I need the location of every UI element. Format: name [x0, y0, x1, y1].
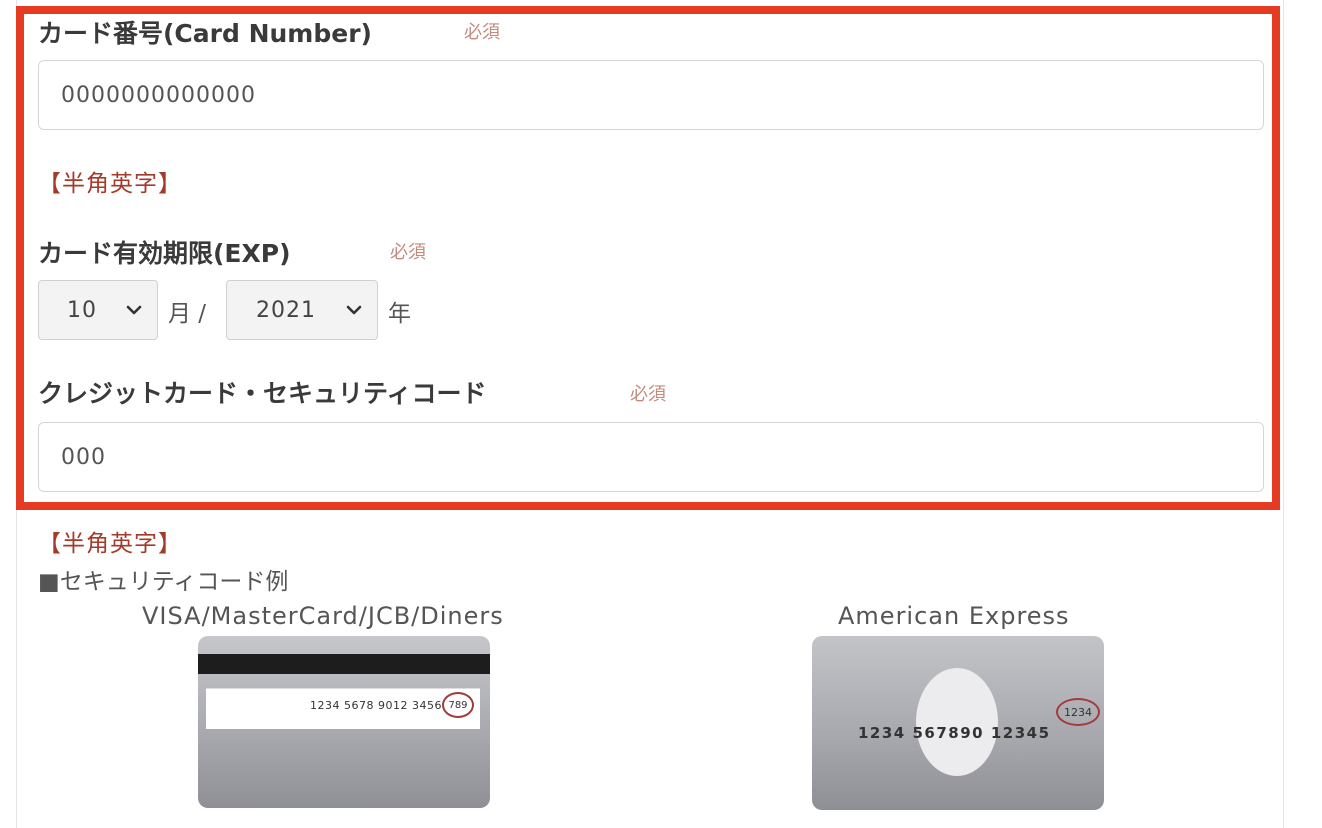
signature-panel: 1234 5678 9012 3456 789: [206, 688, 480, 729]
security-code-hint: 【半角英字】: [38, 531, 182, 557]
expiry-month-value: 10: [67, 297, 97, 323]
expiry-year-value: 2021: [256, 297, 316, 323]
amex-cid-circle: 1234: [1056, 698, 1100, 726]
security-code-label: クレジットカード・セキュリティコード: [38, 379, 487, 408]
card-number-hint: 【半角英字】: [38, 171, 182, 197]
security-code-input[interactable]: [38, 422, 1264, 492]
expiry-required-badge: 必須: [390, 242, 426, 263]
magnetic-stripe: [198, 654, 490, 674]
visa-card-caption: VISA/MasterCard/JCB/Diners: [142, 602, 504, 630]
expiry-year-select[interactable]: 2021: [226, 280, 378, 340]
amex-card-number: 1234 567890 12345: [858, 724, 1051, 742]
expiry-month-select[interactable]: 10: [38, 280, 158, 340]
chevron-down-icon: [126, 305, 142, 315]
visa-cvv-circle: 789: [442, 692, 474, 718]
month-unit: 月 /: [168, 301, 207, 327]
card-number-input[interactable]: [38, 60, 1264, 130]
visa-card-back-image: 1234 5678 9012 3456 789: [198, 636, 490, 808]
amex-card-front-image: 1234 567890 12345 1234: [812, 636, 1104, 810]
security-code-example-title: ■セキュリティコード例: [38, 569, 289, 595]
year-unit: 年: [388, 301, 411, 327]
visa-card-number: 1234 5678 9012 3456: [310, 699, 442, 712]
amex-centurion-oval: [916, 668, 998, 776]
card-number-label: カード番号(Card Number): [38, 19, 372, 48]
chevron-down-icon: [346, 305, 362, 315]
card-number-required-badge: 必須: [464, 22, 500, 43]
expiry-label: カード有効期限(EXP): [38, 239, 291, 268]
security-code-required-badge: 必須: [630, 384, 666, 405]
amex-card-caption: American Express: [838, 602, 1070, 630]
